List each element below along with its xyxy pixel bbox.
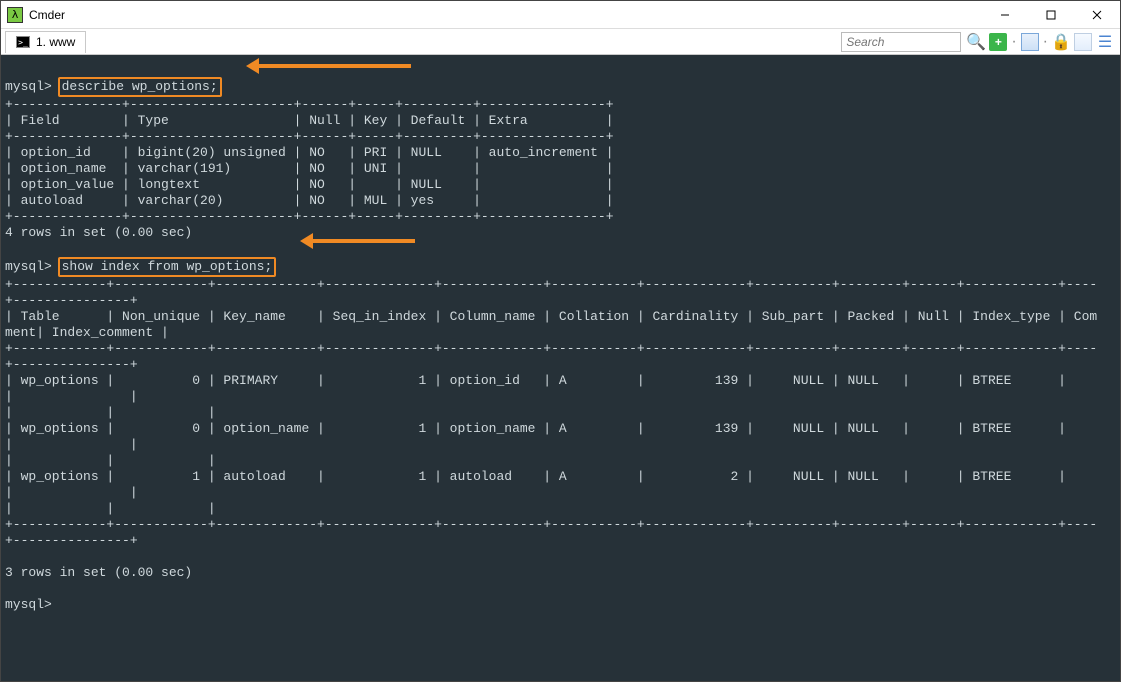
index-table: +------------+------------+-------------… [5,277,1097,548]
index-footer: 3 rows in set (0.00 sec) [5,565,192,580]
describe-footer: 4 rows in set (0.00 sec) [5,225,192,240]
prompt: mysql> [5,259,52,274]
lock-icon[interactable]: 🔒 [1052,33,1070,51]
console-icon: >_ [16,36,30,48]
app-icon: λ [7,7,23,23]
close-button[interactable] [1074,1,1120,29]
terminal-output[interactable]: mysql> describe wp_options; +-----------… [1,55,1120,681]
minimize-button[interactable] [982,1,1028,29]
annotation-arrow-1 [251,64,411,68]
command-describe: describe wp_options; [58,77,222,97]
window-title: Cmder [29,8,65,22]
prompt: mysql> [5,597,52,612]
window-mode-icon[interactable] [1074,33,1092,51]
new-tab-button[interactable]: + [989,33,1007,51]
command-show-index: show index from wp_options; [58,257,277,277]
search-input[interactable] [841,32,961,52]
tab-bar: >_ 1. www 🔍 + · · 🔒 ☰ [1,29,1120,55]
app-window: λ Cmder >_ 1. www 🔍 + · · 🔒 ☰ [0,0,1121,682]
menu-icon[interactable]: ☰ [1096,33,1114,51]
annotation-arrow-2 [305,239,415,243]
describe-table: +--------------+---------------------+--… [5,97,614,224]
tab-1-www[interactable]: >_ 1. www [5,31,86,53]
split-pane-icon[interactable] [1021,33,1039,51]
prompt: mysql> [5,79,52,94]
tab-label: 1. www [36,35,75,49]
title-bar: λ Cmder [1,1,1120,29]
search-icon[interactable]: 🔍 [967,33,985,51]
toolbar-icons: 🔍 + · · 🔒 ☰ [961,33,1120,51]
maximize-button[interactable] [1028,1,1074,29]
